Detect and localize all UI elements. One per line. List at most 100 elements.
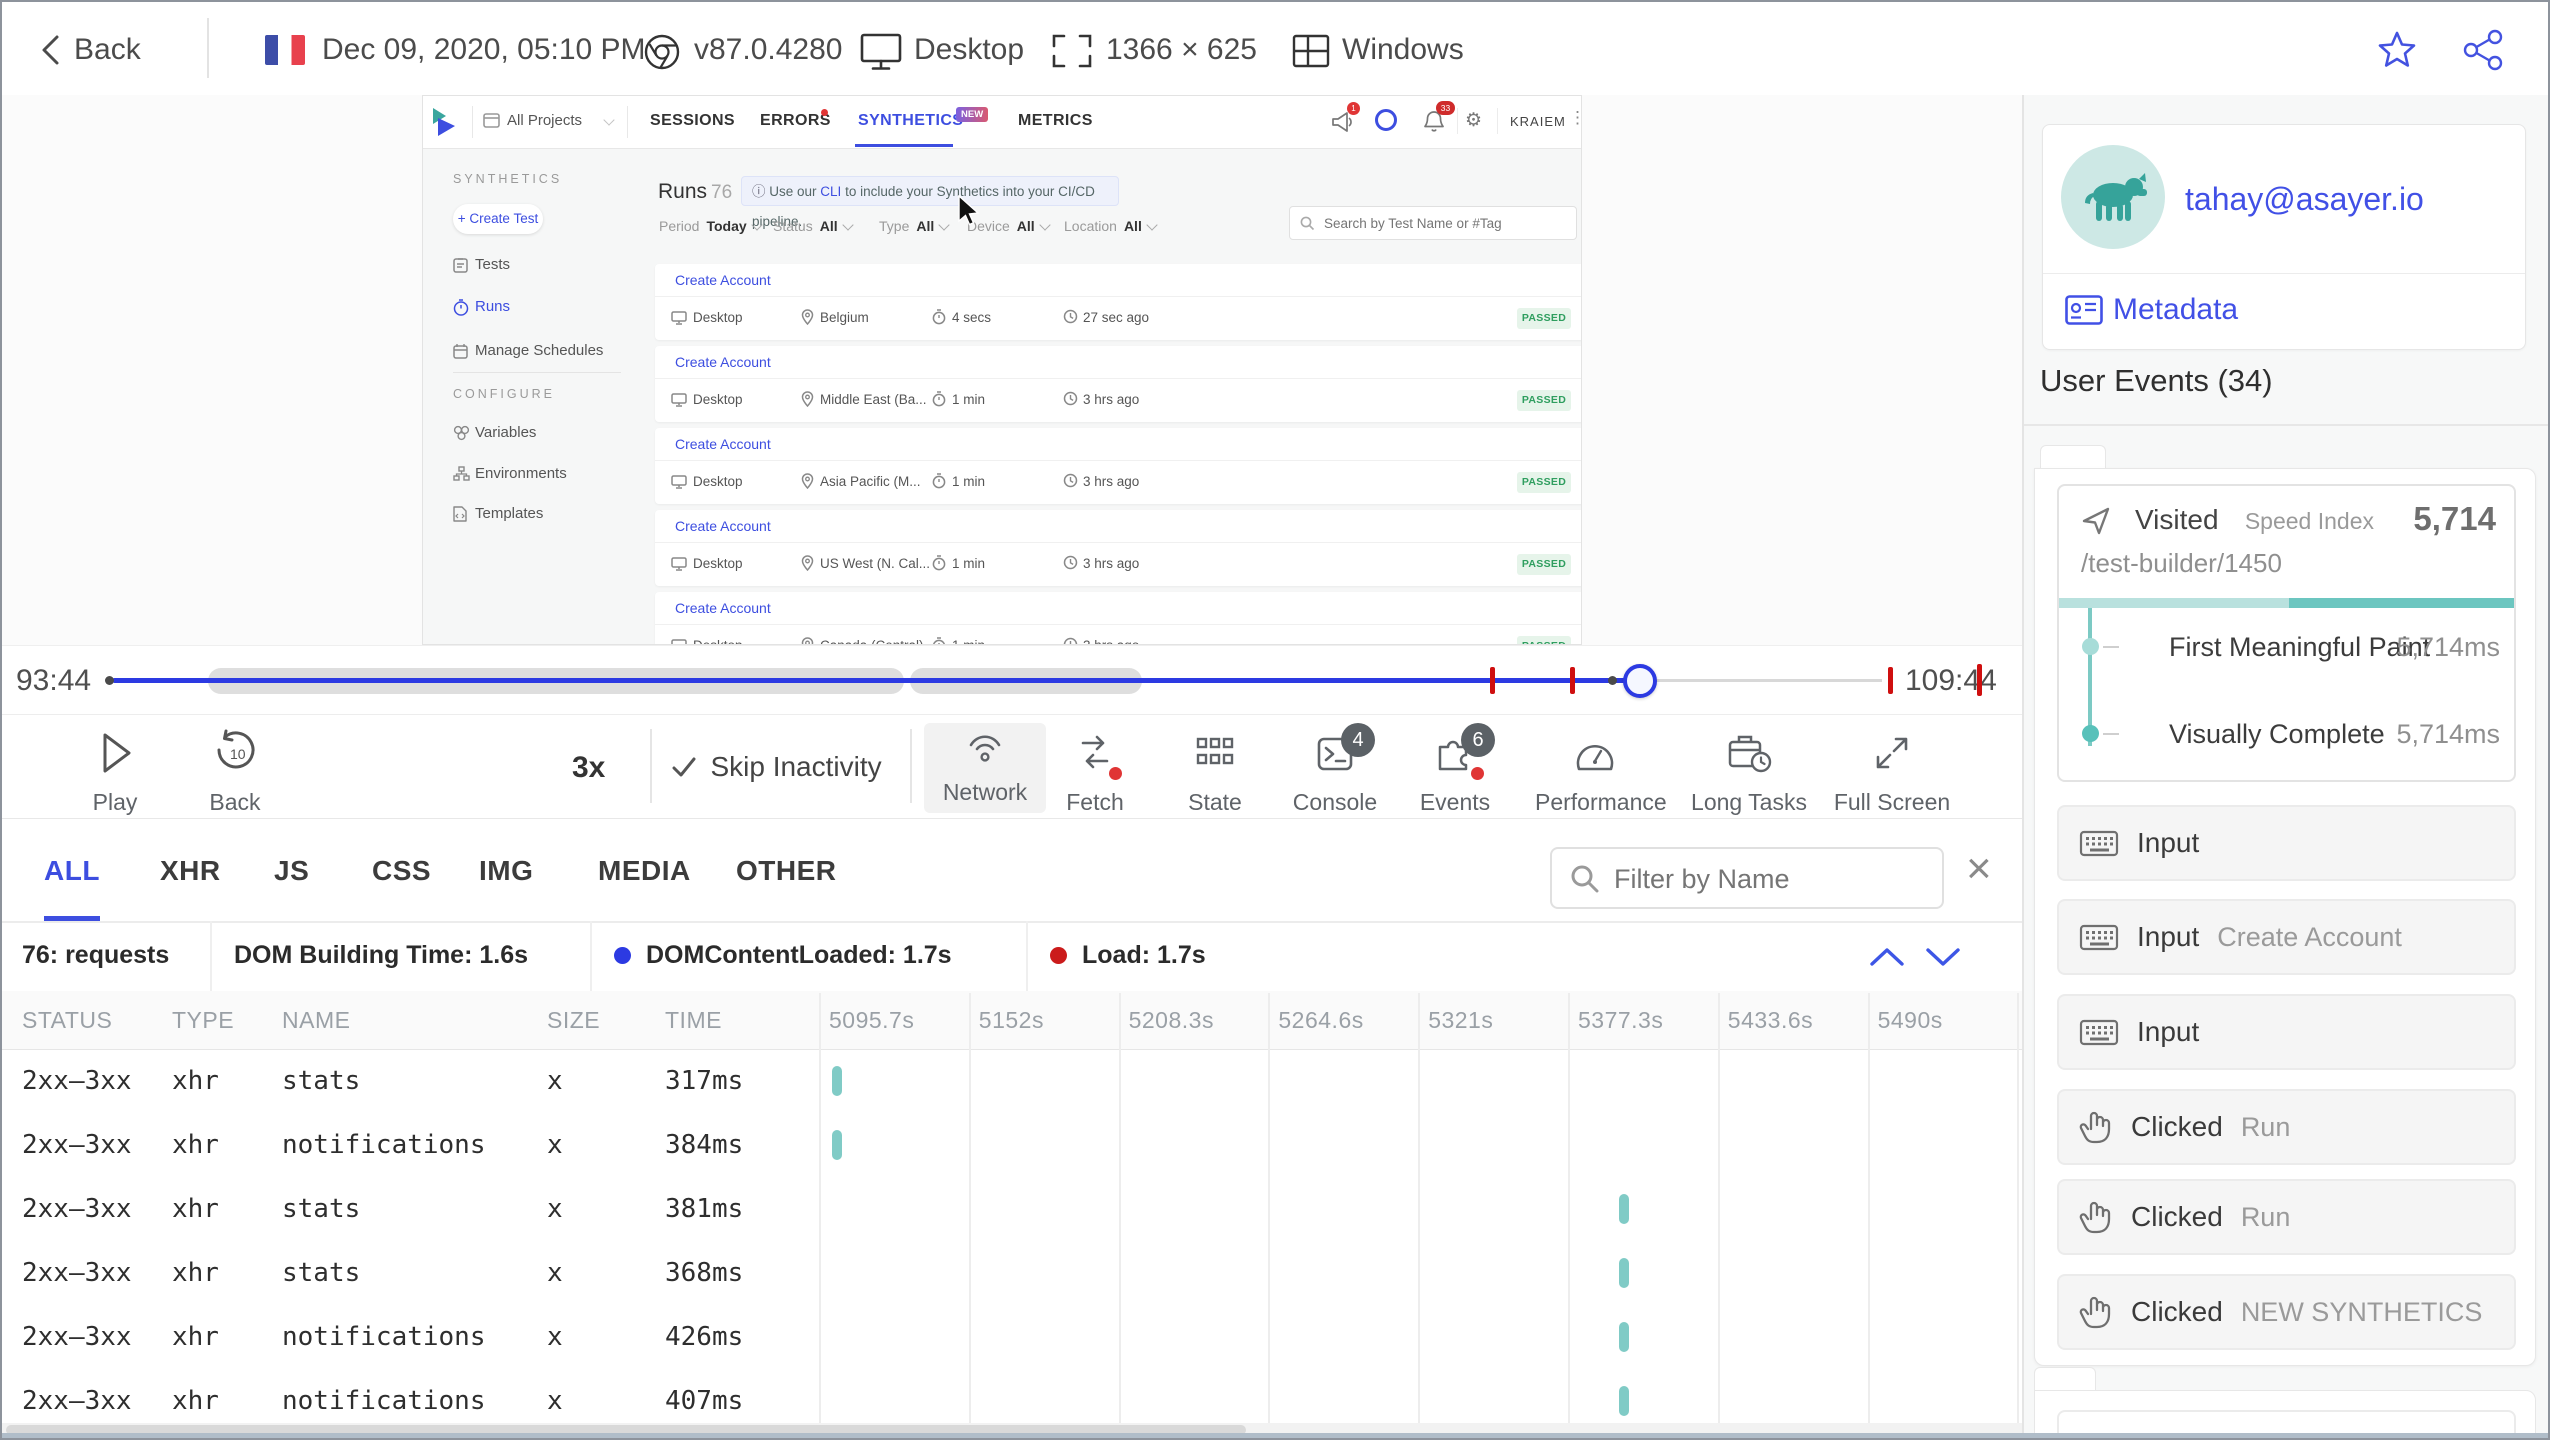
network-request-row[interactable]: 2xx–3xx xhr stats x 381ms	[2, 1177, 2022, 1241]
network-panel-button[interactable]: Network	[924, 723, 1046, 813]
run-duration: 4 secs	[952, 310, 992, 325]
filter-status[interactable]: Status All	[773, 218, 854, 236]
notifications-badge: 33	[1436, 101, 1455, 115]
col-status: STATUS	[22, 1007, 113, 1033]
run-title-link[interactable]: Create Account	[675, 354, 771, 370]
request-name: notifications	[282, 1386, 486, 1416]
create-test-button[interactable]: + Create Test	[453, 204, 543, 234]
window-bottom-strip	[2, 1433, 2548, 1438]
network-filter-input[interactable]	[1612, 855, 1936, 903]
run-card[interactable]: Create Account Desktop US West (N. Cal..…	[655, 510, 1581, 586]
app-tab-metrics[interactable]: METRICS	[1018, 112, 1093, 130]
stopwatch-icon	[932, 473, 946, 489]
network-request-row[interactable]: 2xx–3xx xhr notifications x 407ms	[2, 1369, 2022, 1423]
errors-alert-dot	[821, 109, 828, 116]
filter-type[interactable]: Type All	[879, 218, 950, 236]
pointer-hand-icon	[2079, 1201, 2111, 1234]
filter-location[interactable]: Location All	[1064, 218, 1158, 236]
network-tab-img[interactable]: IMG	[479, 855, 533, 887]
metadata-button[interactable]: Metadata	[2113, 293, 2238, 327]
run-card[interactable]: Create Account Desktop Asia Pacific (M..…	[655, 428, 1581, 504]
run-time-ago: 3 hrs ago	[1083, 392, 1140, 407]
state-panel-button[interactable]: State	[1155, 727, 1275, 815]
play-icon	[103, 733, 131, 773]
user-email[interactable]: tahay@asayer.io	[2185, 181, 2424, 218]
run-card[interactable]: Create Account Desktop Belgium 4 secs 27…	[655, 264, 1581, 340]
user-event-clicked[interactable]: Clicked Run	[2057, 1179, 2516, 1255]
request-type: xhr	[172, 1258, 219, 1288]
play-button[interactable]: Play	[55, 727, 175, 815]
app-search-input[interactable]	[1322, 209, 1571, 237]
metric-dot	[2082, 725, 2099, 742]
run-title-link[interactable]: Create Account	[675, 272, 771, 288]
sidebar-item-runs[interactable]: Runs	[453, 298, 510, 316]
project-selector[interactable]: All Projects	[507, 112, 582, 129]
back-10s-button[interactable]: 10 Back	[175, 727, 295, 815]
user-menu[interactable]: KRAIEM	[1510, 114, 1566, 129]
favorite-star-icon[interactable]	[2376, 29, 2418, 71]
app-search-box[interactable]	[1289, 206, 1577, 240]
network-request-row[interactable]: 2xx–3xx xhr notifications x 384ms	[2, 1113, 2022, 1177]
kebab-menu-icon[interactable]: ⋮	[1569, 108, 1581, 128]
dcl-marker-dot	[614, 947, 631, 964]
run-card[interactable]: Create Account Desktop Canada (Central) …	[655, 592, 1581, 644]
run-card[interactable]: Create Account Desktop Middle East (Ba..…	[655, 346, 1581, 422]
run-title-link[interactable]: Create Account	[675, 518, 771, 534]
event-marker[interactable]	[1570, 667, 1575, 694]
waterfall-time-label: 5433.6s	[1727, 1007, 1814, 1033]
filter-period[interactable]: Period Today	[659, 218, 763, 236]
settings-gear-icon[interactable]: ⚙	[1465, 109, 1482, 132]
app-tab-sessions[interactable]: SESSIONS	[650, 112, 735, 130]
jump-next-icon[interactable]	[1924, 945, 1962, 969]
event-label: Input	[2137, 827, 2200, 858]
sidebar-item-templates[interactable]: Templates	[453, 505, 543, 522]
network-tab-other[interactable]: OTHER	[736, 855, 837, 887]
filter-box[interactable]	[1550, 847, 1944, 909]
long-tasks-panel-button[interactable]: Long Tasks	[1689, 727, 1809, 815]
cli-link[interactable]: CLI	[820, 184, 841, 199]
fetch-panel-button[interactable]: Fetch	[1035, 727, 1155, 815]
events-panel-button[interactable]: 6 Events	[1395, 723, 1515, 815]
network-tab-all[interactable]: ALL	[44, 855, 100, 887]
network-request-row[interactable]: 2xx–3xx xhr stats x 317ms	[2, 1049, 2022, 1113]
share-icon[interactable]	[2462, 29, 2506, 71]
network-tab-css[interactable]: CSS	[372, 855, 431, 887]
close-panel-icon[interactable]: ×	[1966, 839, 1992, 899]
network-tab-js[interactable]: JS	[274, 855, 309, 887]
app-tab-synthetics[interactable]: SYNTHETICS	[858, 112, 963, 130]
network-tab-media[interactable]: MEDIA	[598, 855, 691, 887]
hierarchy-icon	[453, 466, 470, 481]
network-request-row[interactable]: 2xx–3xx xhr stats x 368ms	[2, 1241, 2022, 1305]
network-tab-xhr[interactable]: XHR	[160, 855, 221, 887]
run-title-link[interactable]: Create Account	[675, 436, 771, 452]
user-event-clicked[interactable]: Clicked NEW SYNTHETICS	[2057, 1274, 2516, 1350]
sidebar-item-variables[interactable]: Variables	[453, 424, 536, 441]
user-event-clicked[interactable]: Clicked Run	[2057, 1089, 2516, 1165]
back-button[interactable]: Back	[74, 33, 141, 67]
console-panel-button[interactable]: 4 Console	[1275, 723, 1395, 815]
sidebar-item-tests[interactable]: Tests	[453, 256, 510, 273]
user-event-input[interactable]: Input Create Account	[2057, 899, 2516, 975]
divider	[210, 921, 212, 991]
visited-event-card[interactable]: Visited Speed Index 5,714 /test-builder/…	[2057, 484, 2516, 782]
network-request-row[interactable]: 2xx–3xx xhr notifications x 426ms	[2, 1305, 2022, 1369]
app-tab-errors[interactable]: ERRORS	[760, 112, 831, 130]
full-screen-button[interactable]: Full Screen	[1832, 727, 1952, 815]
event-marker[interactable]	[1977, 664, 1982, 696]
event-marker[interactable]	[1490, 667, 1495, 694]
sidebar-item-manage-schedules[interactable]: Manage Schedules	[453, 342, 603, 359]
user-event-input[interactable]: Input	[2057, 994, 2516, 1070]
sidebar-item-environments[interactable]: Environments	[453, 465, 567, 482]
request-size: x	[547, 1386, 563, 1416]
metric-name: Visually Complete	[2169, 719, 2385, 749]
run-title-link[interactable]: Create Account	[675, 600, 771, 616]
performance-panel-button[interactable]: Performance	[1535, 727, 1667, 815]
playhead-handle[interactable]	[1623, 664, 1657, 698]
jump-previous-icon[interactable]	[1868, 945, 1906, 969]
run-status-badge: PASSED	[1517, 636, 1571, 644]
skip-inactivity-toggle[interactable]: Skip Inactivity	[670, 751, 882, 783]
user-event-input[interactable]: Input	[2057, 805, 2516, 881]
playback-speed-button[interactable]: 3x	[572, 751, 605, 785]
event-marker[interactable]	[1888, 667, 1893, 694]
waterfall-time-label: 5321s	[1428, 1007, 1494, 1033]
